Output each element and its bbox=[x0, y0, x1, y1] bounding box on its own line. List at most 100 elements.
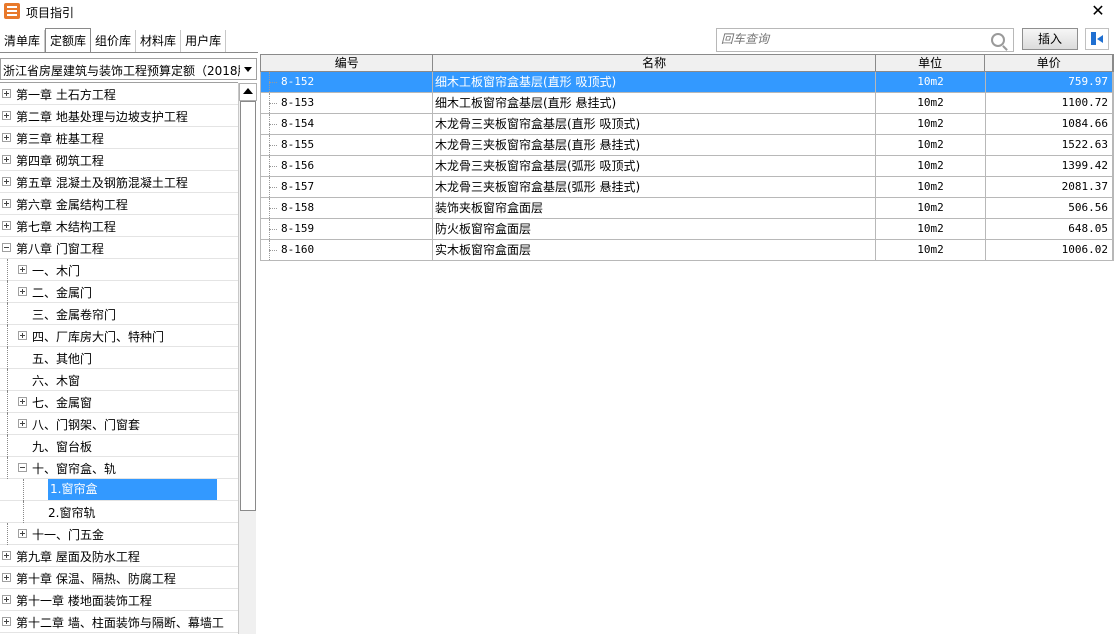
tree-item[interactable]: 第一章 土石方工程 bbox=[0, 83, 238, 105]
expand-icon[interactable] bbox=[18, 397, 27, 406]
table-row[interactable]: 8-160 实木板窗帘盒面层 10m2 1006.02 bbox=[260, 240, 1114, 261]
tree-item[interactable]: 第三章 桩基工程 bbox=[0, 127, 238, 149]
table-row[interactable]: 8-159 防火板窗帘盒面层 10m2 648.05 bbox=[260, 219, 1114, 240]
expand-icon[interactable] bbox=[2, 89, 11, 98]
library-select[interactable]: 浙江省房屋建筑与装饰工程预算定额（2018版 bbox=[0, 58, 257, 80]
table-row[interactable]: 8-156 木龙骨三夹板窗帘盒基层(弧形 吸顶式) 10m2 1399.42 bbox=[260, 156, 1114, 177]
expand-icon[interactable] bbox=[18, 287, 27, 296]
tab-zujia[interactable]: 组价库 bbox=[91, 30, 137, 52]
tree-item-label: 第一章 土石方工程 bbox=[16, 88, 116, 102]
search-box[interactable] bbox=[716, 28, 1014, 52]
expand-icon[interactable] bbox=[2, 199, 11, 208]
table-row[interactable]: 8-152 细木工板窗帘盒基层(直形 吸顶式) 10m2 759.97 bbox=[260, 72, 1114, 93]
column-header-name[interactable]: 名称 bbox=[433, 55, 876, 71]
expand-icon[interactable] bbox=[18, 265, 27, 274]
tab-cailiao[interactable]: 材料库 bbox=[136, 30, 182, 52]
expand-icon[interactable] bbox=[2, 177, 11, 186]
tree-item[interactable]: 十、窗帘盒、轨 bbox=[0, 457, 238, 479]
tree-item[interactable]: 第八章 门窗工程 bbox=[0, 237, 238, 259]
tree-item[interactable]: 第七章 木结构工程 bbox=[0, 215, 238, 237]
exit-icon[interactable] bbox=[1085, 28, 1109, 50]
cell-code: 8-152 bbox=[261, 72, 433, 92]
expand-icon[interactable] bbox=[18, 331, 27, 340]
tree-item[interactable]: 第十一章 楼地面装饰工程 bbox=[0, 589, 238, 611]
collapse-icon[interactable] bbox=[2, 243, 11, 252]
table-row[interactable]: 8-153 细木工板窗帘盒基层(直形 悬挂式) 10m2 1100.72 bbox=[260, 93, 1114, 114]
tree-item[interactable]: 第四章 砌筑工程 bbox=[0, 149, 238, 171]
tree-item[interactable]: 第十章 保温、隔热、防腐工程 bbox=[0, 567, 238, 589]
expand-icon[interactable] bbox=[2, 573, 11, 582]
column-header-price[interactable]: 单价 bbox=[985, 55, 1113, 71]
tree-item-label: 十一、门五金 bbox=[32, 528, 105, 542]
tree-item[interactable]: 二、金属门 bbox=[0, 281, 238, 303]
cell-price: 506.56 bbox=[986, 198, 1113, 218]
tree-item-label: 五、其他门 bbox=[32, 352, 93, 366]
expand-icon[interactable] bbox=[2, 595, 11, 604]
column-header-code[interactable]: 编号 bbox=[261, 55, 434, 71]
library-tabs: 清单库 定额库 组价库 材料库 用户库 bbox=[0, 28, 227, 53]
tree-item-label: 第六章 金属结构工程 bbox=[16, 198, 128, 212]
cell-code: 8-158 bbox=[261, 198, 433, 218]
tree-item[interactable]: 五、其他门 bbox=[0, 347, 238, 369]
tree-guide-line bbox=[7, 347, 8, 369]
tree-item[interactable]: 七、金属窗 bbox=[0, 391, 238, 413]
tree-item[interactable]: 十一、门五金 bbox=[0, 523, 238, 545]
cell-code: 8-157 bbox=[261, 177, 433, 197]
tree-item-label: 第二章 地基处理与边坡支护工程 bbox=[16, 110, 188, 124]
tree-item[interactable]: 八、门钢架、门窗套 bbox=[0, 413, 238, 435]
cell-price: 1100.72 bbox=[986, 93, 1113, 113]
table-row[interactable]: 8-157 木龙骨三夹板窗帘盒基层(弧形 悬挂式) 10m2 2081.37 bbox=[260, 177, 1114, 198]
column-header-unit[interactable]: 单位 bbox=[876, 55, 986, 71]
cell-name: 木龙骨三夹板窗帘盒基层(直形 悬挂式) bbox=[433, 135, 876, 155]
tree-scrollbar[interactable] bbox=[238, 83, 257, 634]
expand-icon[interactable] bbox=[2, 617, 11, 626]
tree-guide-line bbox=[7, 435, 8, 457]
tab-qingdan[interactable]: 清单库 bbox=[0, 30, 46, 52]
tree-item[interactable]: 第九章 屋面及防水工程 bbox=[0, 545, 238, 567]
tree-item[interactable]: 一、木门 bbox=[0, 259, 238, 281]
scroll-up-icon[interactable] bbox=[239, 83, 257, 101]
expand-icon[interactable] bbox=[18, 419, 27, 428]
collapse-icon[interactable] bbox=[18, 463, 27, 472]
tree-item[interactable]: 三、金属卷帘门 bbox=[0, 303, 238, 325]
tree-item[interactable]: 第五章 混凝土及钢筋混凝土工程 bbox=[0, 171, 238, 193]
search-icon[interactable] bbox=[991, 33, 1005, 47]
table-row[interactable]: 8-154 木龙骨三夹板窗帘盒基层(直形 吸顶式) 10m2 1084.66 bbox=[260, 114, 1114, 135]
tree-guide-line bbox=[7, 457, 8, 479]
tree-item[interactable]: 四、厂库房大门、特种门 bbox=[0, 325, 238, 347]
tree-item[interactable]: 1.窗帘盒 bbox=[0, 479, 238, 501]
tab-yonghu[interactable]: 用户库 bbox=[181, 30, 227, 52]
cell-code: 8-160 bbox=[261, 240, 433, 260]
tree-item[interactable]: 六、木窗 bbox=[0, 369, 238, 391]
table-body: 8-152 细木工板窗帘盒基层(直形 吸顶式) 10m2 759.97 8-153 细木工… bbox=[260, 72, 1114, 261]
tree-item[interactable]: 第十二章 墙、柱面装饰与隔断、幕墙工 bbox=[0, 611, 238, 633]
cell-price: 1399.42 bbox=[986, 156, 1113, 176]
cell-unit: 10m2 bbox=[876, 135, 986, 155]
chevron-down-icon[interactable] bbox=[240, 59, 256, 79]
expand-icon[interactable] bbox=[2, 551, 11, 560]
tab-dinge[interactable]: 定额库 bbox=[45, 28, 92, 53]
tree-item-label: 一、木门 bbox=[32, 264, 81, 278]
expand-icon[interactable] bbox=[2, 155, 11, 164]
insert-button[interactable]: 插入 bbox=[1022, 28, 1078, 50]
tree-item[interactable]: 九、窗台板 bbox=[0, 435, 238, 457]
tree-item-label: 2.窗帘轨 bbox=[48, 506, 96, 520]
table-row[interactable]: 8-155 木龙骨三夹板窗帘盒基层(直形 悬挂式) 10m2 1522.63 bbox=[260, 135, 1114, 156]
tree-item[interactable]: 2.窗帘轨 bbox=[0, 501, 238, 523]
close-button[interactable]: ✕ bbox=[1089, 2, 1107, 20]
search-input[interactable] bbox=[717, 29, 985, 49]
tree-item[interactable]: 第二章 地基处理与边坡支护工程 bbox=[0, 105, 238, 127]
expand-icon[interactable] bbox=[18, 529, 27, 538]
expand-icon[interactable] bbox=[2, 133, 11, 142]
cell-code: 8-159 bbox=[261, 219, 433, 239]
quota-table: 编号 名称 单位 单价 8-152 细木工板窗帘盒基层(直形 吸顶式) 10m2 75… bbox=[260, 54, 1114, 261]
table-row[interactable]: 8-158 装饰夹板窗帘盒面层 10m2 506.56 bbox=[260, 198, 1114, 219]
tree-item-label: 第七章 木结构工程 bbox=[16, 220, 116, 234]
scroll-thumb[interactable] bbox=[240, 101, 256, 511]
tree-item-label: 第四章 砌筑工程 bbox=[16, 154, 104, 168]
cell-name: 装饰夹板窗帘盒面层 bbox=[433, 198, 876, 218]
expand-icon[interactable] bbox=[2, 111, 11, 120]
tree-guide-line bbox=[7, 325, 8, 347]
tree-item[interactable]: 第六章 金属结构工程 bbox=[0, 193, 238, 215]
expand-icon[interactable] bbox=[2, 221, 11, 230]
